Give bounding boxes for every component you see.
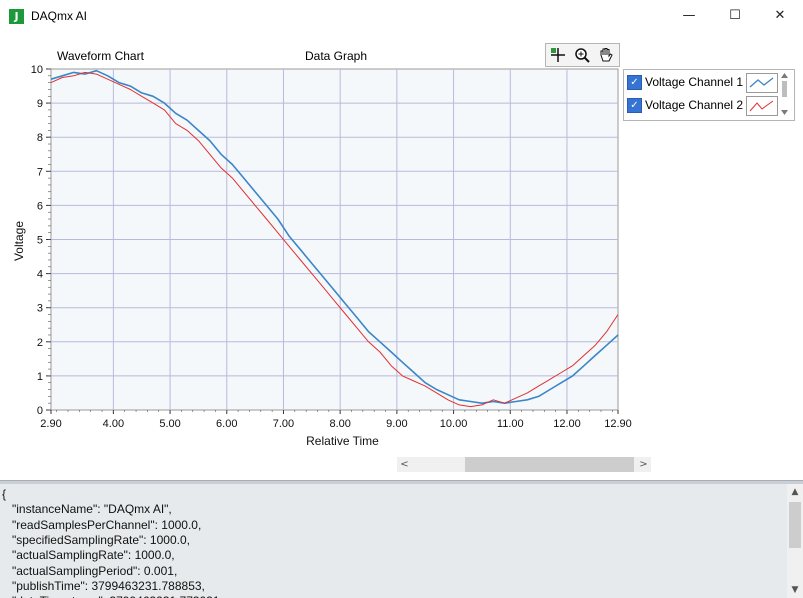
x-tick-label: 12.90: [604, 418, 632, 430]
y-tick-label: 7: [37, 166, 43, 178]
x-tick-label: 12.00: [553, 418, 581, 430]
tab-waveform-chart[interactable]: Waveform Chart: [57, 49, 144, 63]
legend-item-channel-1[interactable]: ✓ Voltage Channel 1: [624, 72, 784, 93]
plot-area: [50, 68, 619, 411]
y-tick-label: 2: [37, 337, 43, 349]
close-button[interactable]: ✕: [757, 0, 803, 32]
json-line: "readSamplesPerChannel": 1000.0,: [2, 517, 202, 532]
title-bar: J DAQmx AI — ☐ ✕: [0, 0, 803, 32]
labview-j-icon: J: [9, 9, 24, 24]
x-tick-label: 4.00: [103, 418, 124, 430]
legend-swatch-channel-1: [746, 73, 778, 93]
x-tick-label: 7.00: [273, 418, 294, 430]
graph-palette: [545, 43, 620, 67]
scroll-thumb[interactable]: [789, 502, 801, 548]
x-tick-label: 2.90: [40, 418, 61, 430]
json-vertical-scrollbar[interactable]: ▲ ▼: [787, 484, 803, 598]
x-tick-label: 6.00: [216, 418, 237, 430]
scroll-right-icon[interactable]: >: [636, 457, 651, 472]
checkbox-checked-icon[interactable]: ✓: [627, 98, 642, 113]
json-line: "instanceName": "DAQmx AI",: [2, 502, 172, 517]
window-title: DAQmx AI: [31, 9, 88, 23]
json-line: {: [2, 487, 7, 501]
y-tick-label: 9: [37, 98, 43, 110]
plot-legend: ✓ Voltage Channel 1 ✓ Voltage Channel 2: [623, 69, 795, 121]
json-line: "dataTimestamp": 3799463231.773031: [2, 594, 220, 598]
y-tick-label: 1: [37, 371, 43, 383]
json-line: "actualSamplingPeriod": 0.001,: [2, 563, 178, 578]
json-output-textbox[interactable]: { "instanceName": "DAQmx AI", "readSampl…: [0, 484, 787, 598]
y-tick-label: 0: [37, 405, 43, 417]
x-tick-label: 10.00: [440, 418, 468, 430]
x-tick-label: 11.00: [497, 418, 524, 430]
y-tick-label: 5: [37, 235, 43, 247]
x-axis-label: Relative Time: [306, 434, 379, 448]
legend-label: Voltage Channel 2: [645, 98, 744, 112]
pan-hand-icon[interactable]: [596, 46, 616, 64]
y-axis-label: Voltage: [12, 221, 26, 261]
legend-item-channel-2[interactable]: ✓ Voltage Channel 2: [624, 95, 784, 116]
scroll-thumb[interactable]: [465, 457, 634, 472]
minimize-button[interactable]: —: [666, 0, 712, 32]
x-tick-label: 5.00: [159, 418, 180, 430]
y-tick-label: 10: [31, 64, 43, 76]
zoom-icon[interactable]: [572, 46, 592, 64]
series-line-channel-1: [50, 69, 619, 405]
tab-data-graph[interactable]: Data Graph: [305, 49, 367, 63]
y-tick-label: 4: [37, 269, 43, 281]
scroll-down-icon[interactable]: ▼: [787, 582, 803, 598]
json-line: "publishTime": 3799463231.788853,: [2, 578, 205, 593]
json-line: "actualSamplingRate": 1000.0,: [2, 548, 175, 563]
checkbox-checked-icon[interactable]: ✓: [627, 75, 642, 90]
y-tick-label: 6: [37, 200, 43, 212]
graph-horizontal-scrollbar[interactable]: < >: [397, 457, 651, 472]
legend-label: Voltage Channel 1: [645, 75, 744, 89]
x-tick-label: 9.00: [386, 418, 407, 430]
y-tick-label: 3: [37, 303, 43, 315]
x-tick-label: 8.00: [329, 418, 350, 430]
legend-swatch-channel-2: [746, 96, 778, 116]
scroll-up-icon[interactable]: ▲: [787, 484, 803, 500]
y-tick-label: 8: [37, 132, 43, 144]
maximize-button[interactable]: ☐: [712, 0, 758, 32]
scroll-left-icon[interactable]: <: [397, 457, 412, 472]
legend-scrollbar[interactable]: [780, 71, 789, 117]
cursor-move-icon[interactable]: [548, 46, 568, 64]
series-line-channel-2: [50, 71, 619, 408]
json-line: "specifiedSamplingRate": 1000.0,: [2, 532, 190, 547]
